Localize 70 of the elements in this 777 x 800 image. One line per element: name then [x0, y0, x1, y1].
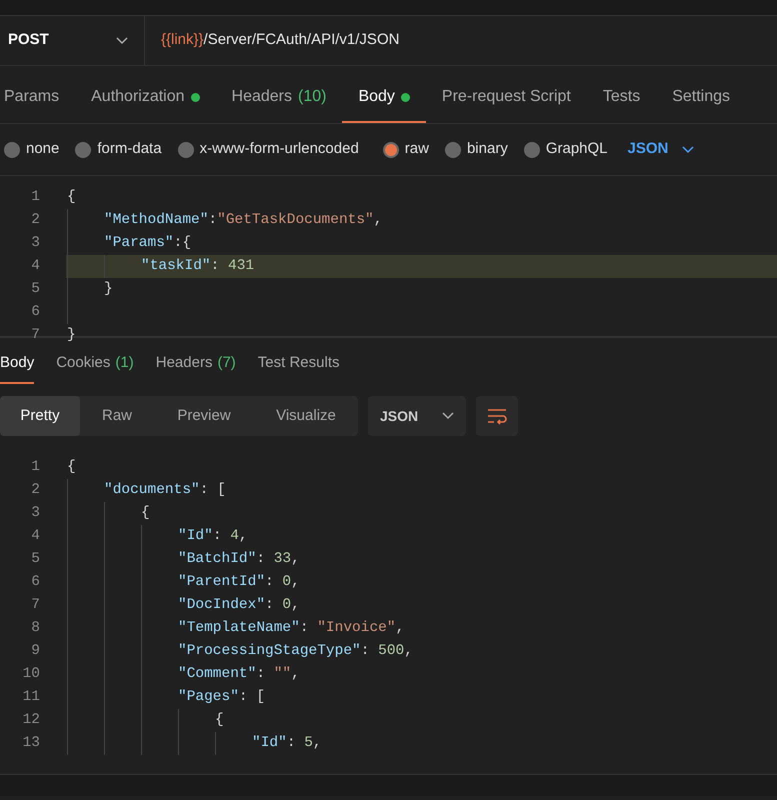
wrap-lines-button[interactable] [476, 396, 518, 436]
line-number: 5 [30, 550, 40, 569]
request-tab[interactable]: Body [342, 77, 426, 123]
view-mode-tab[interactable]: Visualize [254, 396, 358, 436]
code-line: "DocIndex": 0, [178, 596, 300, 615]
code-line: } [104, 280, 113, 299]
line-number: 3 [30, 504, 40, 523]
line-number: 2 [30, 480, 40, 500]
method-dropdown[interactable]: POST [0, 16, 145, 65]
line-number: 10 [22, 664, 40, 684]
code-line: "taskId": 431 [141, 256, 254, 276]
request-tab[interactable]: Settings [656, 77, 746, 123]
code-line: "documents": [ [104, 480, 226, 500]
line-number: 5 [30, 280, 40, 299]
wrap-icon [486, 407, 508, 425]
line-number: 1 [30, 188, 40, 207]
body-type-radio[interactable]: x-www-form-urlencoded [178, 138, 359, 161]
line-number: 9 [30, 642, 40, 661]
line-number: 6 [30, 302, 40, 322]
response-tab[interactable]: Headers (7) [156, 352, 236, 384]
chevron-down-icon [116, 36, 128, 44]
code-line: { [141, 504, 150, 523]
response-tab[interactable]: Test Results [258, 352, 340, 384]
code-line: { [215, 710, 224, 730]
code-line: { [67, 458, 76, 477]
code-line: "Comment": "", [178, 664, 300, 684]
response-tab[interactable]: Cookies (1) [56, 352, 134, 384]
language-dropdown[interactable]: JSON [368, 396, 466, 436]
url-field[interactable]: {{link}}/Server/FCAuth/API/v1/JSON [145, 16, 777, 65]
request-tab[interactable]: Headers (10) [216, 77, 342, 123]
line-number: 8 [30, 618, 40, 638]
request-tab[interactable]: Tests [586, 77, 656, 123]
body-type-radio[interactable]: none [4, 138, 60, 161]
code-line: "BatchId": 33, [178, 550, 300, 569]
body-type-radio[interactable]: form-data [75, 138, 162, 161]
code-line: "ParentId": 0, [178, 572, 300, 592]
code-line: "Params":{ [104, 234, 192, 253]
line-number: 13 [22, 734, 40, 753]
body-type-radio[interactable]: GraphQL [524, 138, 608, 161]
code-line: "TemplateName": "Invoice", [178, 618, 404, 638]
code-line: "Pages": [ [178, 688, 266, 707]
response-tab[interactable]: Body [0, 352, 34, 384]
chevron-down-icon [682, 146, 694, 154]
body-language-dropdown[interactable]: JSON [628, 138, 694, 161]
view-mode-tab[interactable]: Raw [80, 396, 154, 436]
request-tab[interactable]: Authorization [75, 77, 216, 123]
body-type-radio[interactable]: binary [444, 138, 508, 161]
chevron-down-icon [442, 412, 454, 420]
line-number: 1 [30, 458, 40, 477]
url-text: {{link}}/Server/FCAuth/API/v1/JSON [161, 30, 400, 50]
view-mode-tab[interactable]: Preview [154, 396, 254, 436]
code-line: "ProcessingStageType": 500, [178, 642, 413, 661]
line-number: 6 [30, 572, 40, 592]
line-number: 2 [30, 210, 40, 230]
request-tab[interactable]: Pre-request Script [426, 77, 587, 123]
line-number: 7 [30, 326, 40, 345]
request-tab[interactable]: Params [0, 77, 76, 123]
code-line: { [67, 188, 76, 207]
line-number: 7 [30, 596, 40, 615]
view-mode-tab[interactable]: Pretty [0, 396, 80, 436]
code-line: } [67, 326, 76, 345]
body-type-radio[interactable]: raw [382, 138, 429, 161]
code-line: "Id": 5, [252, 734, 322, 753]
line-number: 12 [22, 710, 40, 730]
code-line: "Id": 4, [178, 526, 248, 546]
line-number: 3 [30, 234, 40, 253]
code-line: "MethodName":"GetTaskDocuments", [104, 210, 382, 230]
line-number: 11 [22, 688, 40, 707]
line-number: 4 [30, 526, 40, 546]
line-number: 4 [30, 256, 40, 276]
